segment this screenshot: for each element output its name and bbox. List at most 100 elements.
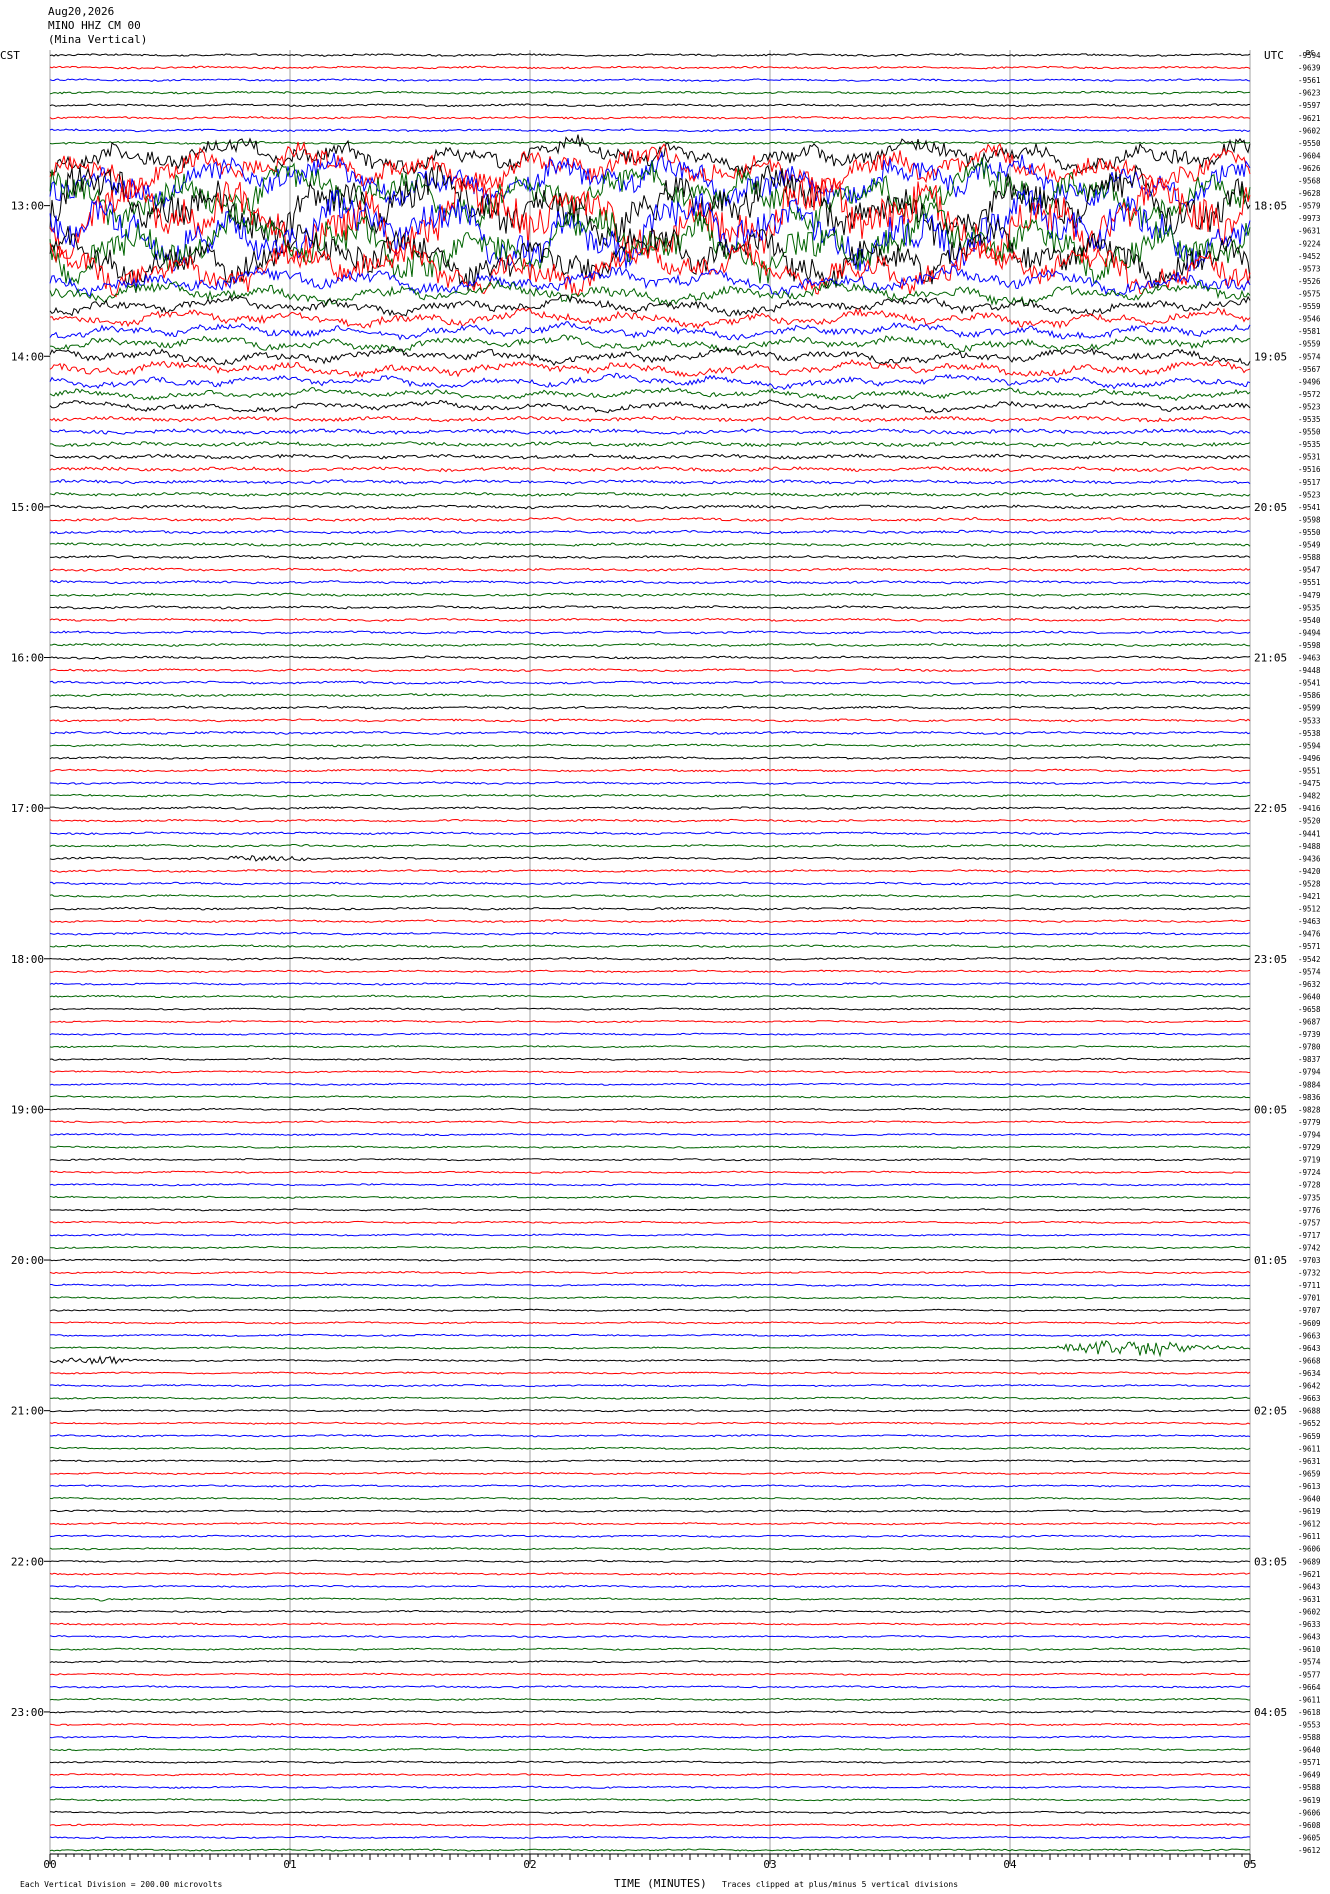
trace-95 bbox=[50, 1245, 1251, 1250]
trace-offset-label: -9728 bbox=[1298, 1181, 1321, 1190]
trace-offset-label: -9973 bbox=[1298, 214, 1321, 223]
trace-offset-label: -9533 bbox=[1298, 716, 1321, 725]
trace-104 bbox=[49, 1355, 1251, 1366]
x-tick-label-00: 00 bbox=[43, 1858, 56, 1871]
cst-hour-label: 14:00 bbox=[11, 350, 44, 363]
trace-offset-label: -9729 bbox=[1298, 1143, 1321, 1152]
trace-131 bbox=[49, 1697, 1251, 1701]
trace-offset-label: -9794 bbox=[1298, 1131, 1321, 1140]
trace-105 bbox=[49, 1371, 1251, 1375]
trace-offset-label: -9611 bbox=[1298, 1532, 1321, 1541]
trace-65 bbox=[49, 869, 1251, 873]
trace-offset-label: -9488 bbox=[1298, 842, 1321, 851]
trace-78 bbox=[49, 1032, 1251, 1036]
cst-hour-label: 13:00 bbox=[11, 200, 44, 213]
trace-126 bbox=[49, 1635, 1251, 1639]
trace-offset-label: -9649 bbox=[1298, 1771, 1321, 1780]
trace-51 bbox=[49, 693, 1251, 698]
x-tick-label-03: 03 bbox=[763, 1858, 776, 1871]
trace-4 bbox=[49, 103, 1251, 108]
trace-offset-label: -9643 bbox=[1298, 1582, 1321, 1591]
trace-offset-label: -9633 bbox=[1298, 1620, 1321, 1629]
trace-offset-label: -9631 bbox=[1298, 1595, 1321, 1604]
trace-offset-label: -9687 bbox=[1298, 1018, 1321, 1027]
cst-hour-label: 22:00 bbox=[11, 1555, 44, 1568]
trace-offset-label: -9547 bbox=[1298, 566, 1321, 575]
trace-26 bbox=[49, 372, 1251, 390]
trace-offset-label: -9739 bbox=[1298, 1030, 1321, 1039]
time-axis: 00 01 02 03 04 05 bbox=[43, 1853, 1257, 1871]
trace-offset-label: -9619 bbox=[1298, 1796, 1321, 1805]
trace-50 bbox=[49, 680, 1251, 685]
trace-38 bbox=[49, 529, 1251, 535]
trace-22 bbox=[49, 321, 1251, 341]
top-right-mark: DC bbox=[1306, 49, 1314, 57]
trace-55 bbox=[49, 743, 1251, 748]
trace-offset-label: -9658 bbox=[1298, 1005, 1321, 1014]
trace-offset-label: -9571 bbox=[1298, 1758, 1321, 1767]
trace-75 bbox=[49, 994, 1251, 999]
trace-offset-label: -9421 bbox=[1298, 892, 1321, 901]
trace-offset-label: -9542 bbox=[1298, 955, 1321, 964]
trace-88 bbox=[49, 1158, 1250, 1162]
cst-hour-label: 18:00 bbox=[11, 953, 44, 966]
trace-103 bbox=[49, 1339, 1251, 1358]
trace-offset-label: -9551 bbox=[1298, 578, 1321, 587]
trace-offset-label: -9448 bbox=[1298, 666, 1321, 675]
trace-108 bbox=[49, 1409, 1251, 1413]
trace-143 bbox=[49, 1848, 1251, 1852]
trace-58 bbox=[49, 781, 1251, 785]
trace-offset-label: -9668 bbox=[1298, 1356, 1321, 1365]
trace-41 bbox=[49, 567, 1251, 572]
trace-40 bbox=[49, 554, 1251, 560]
trace-offset-label: -9602 bbox=[1298, 126, 1321, 135]
trace-66 bbox=[49, 881, 1251, 886]
trace-129 bbox=[49, 1672, 1251, 1676]
cst-hour-label: 17:00 bbox=[11, 802, 44, 815]
trace-112 bbox=[49, 1459, 1251, 1463]
trace-offset-label: -9640 bbox=[1298, 1495, 1321, 1504]
trace-offset-label: -9707 bbox=[1298, 1306, 1321, 1315]
trace-offset-label: -9632 bbox=[1298, 980, 1321, 989]
trace-6 bbox=[49, 128, 1251, 133]
trace-32 bbox=[49, 453, 1251, 460]
trace-5 bbox=[49, 115, 1251, 120]
trace-offset-label: -9779 bbox=[1298, 1118, 1321, 1127]
trace-128 bbox=[49, 1660, 1251, 1664]
trace-offset-label: -9634 bbox=[1298, 1369, 1321, 1378]
cst-hour-label: 21:00 bbox=[11, 1405, 44, 1418]
trace-87 bbox=[49, 1145, 1251, 1149]
trace-offset-label: -9643 bbox=[1298, 1633, 1321, 1642]
trace-offset-label: -9574 bbox=[1298, 352, 1321, 361]
trace-offset-label: -9711 bbox=[1298, 1281, 1321, 1290]
utc-hour-label: 03:05 bbox=[1254, 1555, 1287, 1568]
trace-120 bbox=[49, 1559, 1251, 1563]
trace-offset-label: -9611 bbox=[1298, 1444, 1321, 1453]
trace-offset-label: -9884 bbox=[1298, 1080, 1321, 1089]
trace-25 bbox=[49, 358, 1251, 379]
clip-note: Traces clipped at plus/minus 5 vertical … bbox=[722, 1880, 958, 1889]
trace-offset-label: -9663 bbox=[1298, 1331, 1321, 1340]
trace-44 bbox=[49, 605, 1251, 610]
trace-93 bbox=[49, 1220, 1251, 1224]
trace-0 bbox=[49, 53, 1251, 57]
trace-85 bbox=[49, 1120, 1251, 1124]
trace-124 bbox=[49, 1609, 1251, 1614]
trace-122 bbox=[49, 1584, 1251, 1589]
trace-86 bbox=[49, 1132, 1251, 1137]
trace-offset-label: -9642 bbox=[1298, 1382, 1321, 1391]
trace-116 bbox=[49, 1509, 1251, 1513]
trace-offset-label: -9598 bbox=[1298, 515, 1321, 524]
utc-hour-label: 20:05 bbox=[1254, 501, 1287, 514]
trace-offset-label: -9579 bbox=[1298, 202, 1321, 211]
trace-132 bbox=[49, 1710, 1251, 1714]
trace-offset-label: -9479 bbox=[1298, 591, 1321, 600]
trace-offset-label: -9594 bbox=[1298, 741, 1321, 750]
trace-offset-label: -9586 bbox=[1298, 691, 1321, 700]
trace-28 bbox=[49, 399, 1251, 414]
trace-offset-label: -9436 bbox=[1298, 854, 1321, 863]
trace-offset-label: -9621 bbox=[1298, 1570, 1321, 1579]
trace-offset-label: -9561 bbox=[1298, 76, 1321, 85]
left-zone-label: CST bbox=[0, 49, 20, 62]
trace-offset-label: -9567 bbox=[1298, 365, 1321, 374]
